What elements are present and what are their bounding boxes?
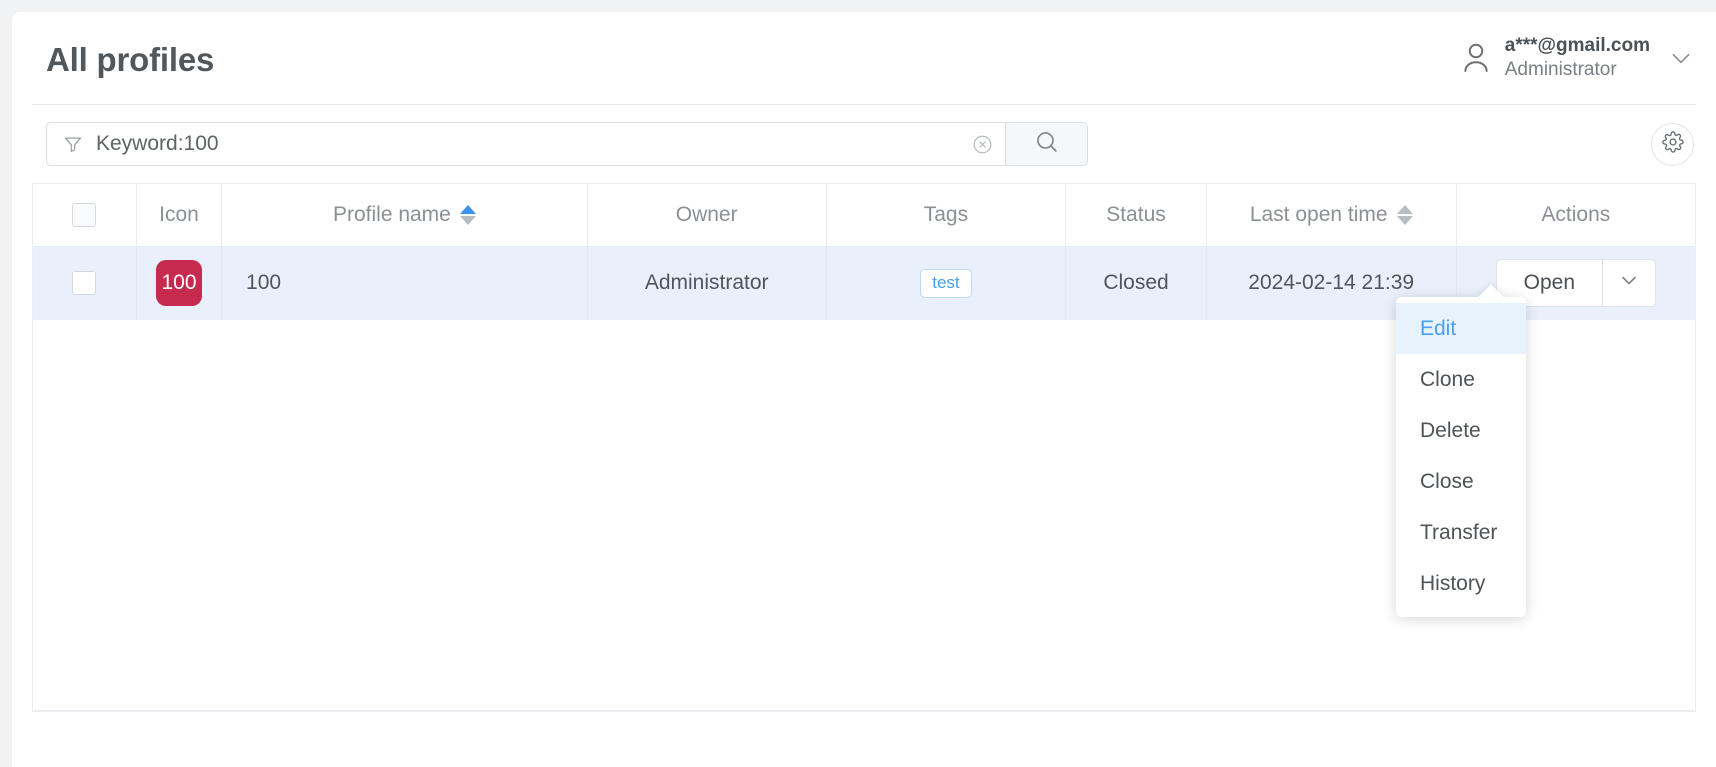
header-actions-label: Actions: [1541, 202, 1611, 226]
account-email: a***@gmail.com: [1504, 35, 1650, 56]
search-value: Keyword:100: [96, 132, 219, 155]
header-icon-label: Icon: [159, 202, 199, 226]
row-profile-name: 100: [221, 246, 588, 320]
profiles-table: Icon Profile name Owner Tags Status Last…: [32, 183, 1696, 712]
row-tags-cell: test: [826, 246, 1067, 320]
header-actions: Actions: [1456, 184, 1695, 247]
header-profile-name-label: Profile name: [332, 202, 451, 226]
search-input[interactable]: Keyword:100: [46, 122, 1006, 166]
user-icon: [1461, 41, 1491, 75]
tag-chip[interactable]: test: [920, 268, 972, 298]
page-header: All profiles a***@gmail.com Administrato…: [32, 12, 1696, 105]
menu-item-transfer[interactable]: Transfer: [1396, 507, 1526, 558]
search-icon: [1034, 129, 1059, 159]
filter-icon[interactable]: [63, 134, 83, 154]
header-status: Status: [1065, 184, 1207, 247]
menu-item-history[interactable]: History: [1396, 558, 1526, 609]
sort-icon-last-open-time[interactable]: [1396, 204, 1413, 225]
chevron-down-icon: [1617, 268, 1641, 298]
search-button[interactable]: [1006, 122, 1088, 166]
header-status-label: Status: [1106, 202, 1166, 226]
profiles-page: All profiles a***@gmail.com Administrato…: [12, 12, 1716, 767]
profile-avatar: 100: [156, 260, 202, 307]
header-profile-name[interactable]: Profile name: [221, 184, 588, 247]
close-circle-icon[interactable]: [972, 134, 993, 155]
select-all-checkbox[interactable]: [72, 202, 97, 227]
row-owner: Administrator: [587, 246, 827, 320]
header-last-open-time[interactable]: Last open time: [1206, 184, 1457, 247]
account-role: Administrator: [1504, 59, 1617, 81]
page-title: All profiles: [46, 41, 215, 78]
settings-button[interactable]: [1651, 123, 1694, 166]
menu-item-close[interactable]: Close: [1396, 456, 1526, 507]
gear-icon: [1661, 131, 1684, 158]
actions-dropdown-menu: Edit Clone Delete Close Transfer History: [1396, 297, 1526, 617]
header-last-open-time-label: Last open time: [1249, 202, 1388, 226]
row-status: Closed: [1065, 246, 1207, 320]
header-select-all[interactable]: [33, 184, 137, 247]
actions-dropdown-toggle[interactable]: [1603, 260, 1655, 306]
row-select-cell[interactable]: [33, 246, 137, 320]
header-tags-label: Tags: [923, 202, 969, 226]
header-owner-label: Owner: [675, 202, 738, 226]
menu-item-clone[interactable]: Clone: [1396, 354, 1526, 405]
search-group: Keyword:100: [46, 122, 1088, 166]
chevron-down-icon[interactable]: [1668, 45, 1694, 71]
row-checkbox[interactable]: [72, 271, 97, 296]
header-icon: Icon: [136, 184, 223, 247]
menu-item-delete[interactable]: Delete: [1396, 405, 1526, 456]
sort-icon-profile-name[interactable]: [459, 204, 476, 225]
row-icon-cell: 100: [136, 246, 223, 320]
table-header-row: Icon Profile name Owner Tags Status Last…: [33, 184, 1695, 247]
header-owner: Owner: [587, 184, 827, 247]
account-menu[interactable]: a***@gmail.com Administrator: [1461, 34, 1694, 83]
menu-item-edit[interactable]: Edit: [1396, 303, 1526, 354]
toolbar: Keyword:100: [32, 105, 1696, 183]
account-text: a***@gmail.com Administrator: [1505, 34, 1650, 83]
header-tags: Tags: [826, 184, 1067, 247]
